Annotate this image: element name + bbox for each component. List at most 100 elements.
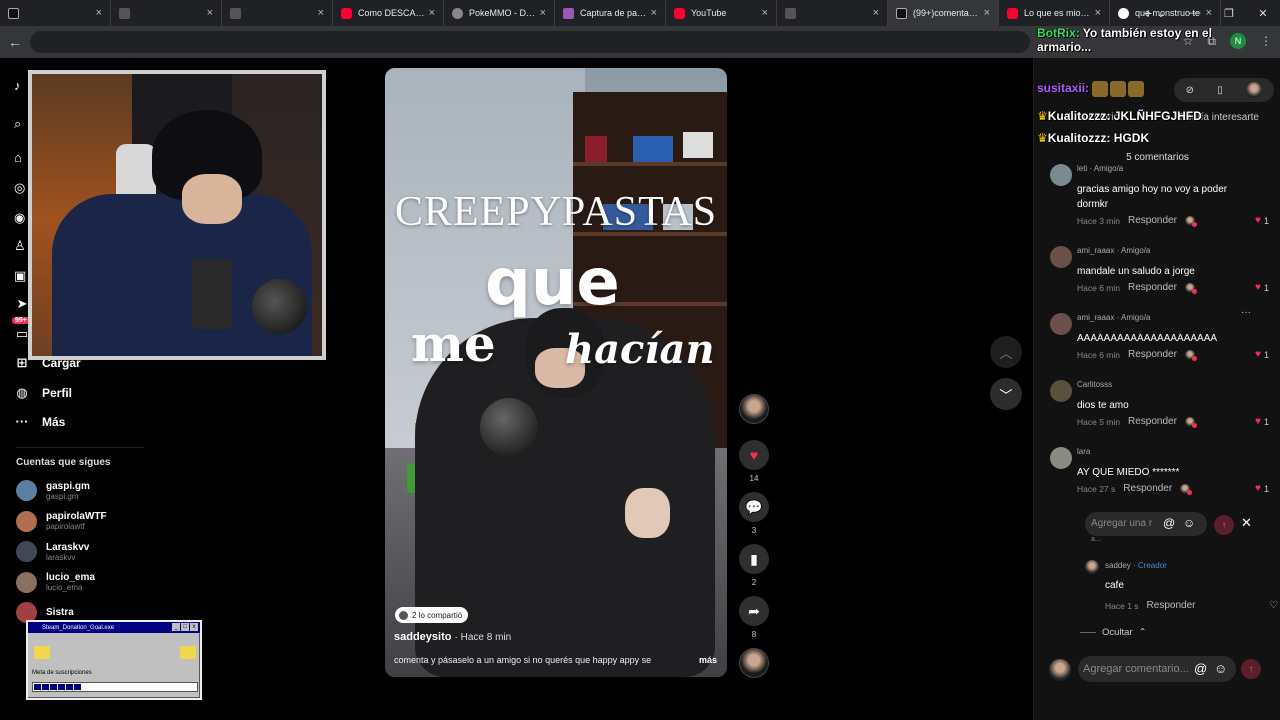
avatar[interactable] bbox=[1085, 560, 1099, 574]
reply-link[interactable]: Responder bbox=[1128, 215, 1177, 226]
browser-tab[interactable]: PokeMMO - Dow × bbox=[444, 0, 555, 26]
like-button[interactable]: ♥ 14 bbox=[736, 440, 772, 483]
menu-kebab-icon[interactable]: ⋮ bbox=[1260, 34, 1272, 48]
browser-tab[interactable]: Captura de pantal × bbox=[555, 0, 666, 26]
mention-icon[interactable]: @ bbox=[1194, 661, 1207, 676]
avatar[interactable] bbox=[1050, 313, 1072, 335]
close-tab-icon[interactable]: × bbox=[873, 7, 879, 19]
close-reply-button[interactable]: ✕ bbox=[1241, 515, 1252, 531]
save-button[interactable]: ▮ 2 bbox=[736, 544, 772, 587]
close-tab-icon[interactable]: × bbox=[318, 7, 324, 19]
following-account[interactable]: gaspi.gm gaspi.gm bbox=[16, 480, 90, 501]
video-title-line-2: que bbox=[485, 246, 620, 320]
close-tab-icon[interactable]: × bbox=[429, 7, 435, 19]
close-tab-icon[interactable]: × bbox=[540, 7, 546, 19]
profile-avatar[interactable]: N bbox=[1230, 33, 1246, 49]
video-player[interactable]: CREEPYPASTAS que me hacían 2 lo comparti… bbox=[385, 68, 727, 677]
more-options-icon[interactable]: ··· bbox=[1241, 307, 1251, 318]
reply-link[interactable]: Responder bbox=[1123, 483, 1172, 494]
video-author[interactable]: saddeysito · Hace 8 min bbox=[394, 631, 511, 643]
close-tab-icon[interactable]: × bbox=[984, 7, 990, 19]
comment-author[interactable]: ami_raaax · Amigo/a bbox=[1077, 313, 1150, 322]
hide-replies-button[interactable]: Ocultar ⌃ bbox=[1080, 627, 1147, 638]
avatar[interactable] bbox=[1050, 447, 1072, 469]
avatar[interactable] bbox=[1050, 164, 1072, 186]
close-tab-icon[interactable]: × bbox=[651, 7, 657, 19]
compass-icon[interactable]: ⊘ bbox=[1186, 85, 1194, 96]
reply-link[interactable]: Responder bbox=[1128, 282, 1177, 293]
back-arrow-icon[interactable]: ← bbox=[8, 34, 22, 50]
sidebar-item-más[interactable]: ··· Más bbox=[14, 414, 66, 429]
video-title-line-4: hacían bbox=[565, 326, 715, 373]
comment-author[interactable]: Carlitosss bbox=[1077, 380, 1112, 389]
explore-icon[interactable]: ◎ bbox=[14, 180, 28, 195]
avatar[interactable] bbox=[1050, 380, 1072, 402]
share-button[interactable]: ➦ 8 bbox=[736, 596, 772, 639]
comment-text: mandale un saludo a jorge bbox=[1077, 266, 1195, 277]
phone-icon[interactable]: ▯ bbox=[1217, 85, 1223, 96]
author-avatar[interactable] bbox=[736, 394, 772, 424]
mention-icon[interactable]: @ bbox=[1163, 516, 1175, 530]
close-tab-icon[interactable]: × bbox=[207, 7, 213, 19]
comment-author[interactable]: lara bbox=[1077, 447, 1090, 456]
next-video-button[interactable]: ﹀ bbox=[990, 378, 1022, 410]
reply-send-button[interactable]: ↑ bbox=[1214, 515, 1234, 535]
creator-liked-icon bbox=[1184, 349, 1197, 361]
emoji-icon[interactable]: ☺ bbox=[1214, 661, 1227, 676]
minimize-icon[interactable]: — bbox=[1178, 7, 1212, 19]
live-icon[interactable]: ▣ bbox=[14, 268, 28, 283]
browser-tab[interactable]: YouTube × bbox=[666, 0, 777, 26]
close-tab-icon[interactable]: × bbox=[762, 7, 768, 19]
following-account[interactable]: lucio_ema lucio_ema bbox=[16, 571, 95, 593]
comment-author[interactable]: leti · Amigo/a bbox=[1077, 164, 1123, 173]
close-tab-icon[interactable]: × bbox=[1095, 7, 1101, 19]
restore-icon[interactable]: ❐ bbox=[1212, 7, 1246, 20]
reply-link[interactable]: Responder bbox=[1147, 600, 1196, 611]
progress-segment bbox=[74, 684, 81, 690]
following-account[interactable]: papirolaWTF papirolawtf bbox=[16, 510, 107, 532]
tab-search-icon[interactable]: ⌄ bbox=[1144, 7, 1178, 20]
tiktok-logo-icon[interactable]: ♪ bbox=[14, 78, 28, 93]
browser-tab[interactable]: (99+)comenta y p × bbox=[888, 0, 999, 26]
reply-input[interactable]: Agregar una r @ ☺ bbox=[1085, 512, 1207, 536]
browser-tab[interactable]: × bbox=[777, 0, 888, 26]
following-account[interactable]: Laraskvv laraskvv bbox=[16, 541, 89, 562]
like-comment-button[interactable]: ♥ 1 bbox=[1255, 282, 1269, 293]
browser-tab[interactable]: Como DESCARGAR × bbox=[333, 0, 444, 26]
sidebar-item-perfil[interactable]: ◍ Perfil bbox=[14, 385, 72, 401]
search-icon[interactable]: ⌕ bbox=[14, 116, 28, 131]
add-comment-input[interactable]: Agregar comentario... @ ☺ bbox=[1078, 656, 1236, 682]
account-name: lucio_ema bbox=[46, 572, 95, 583]
shared-by-pill[interactable]: 2 lo compartió bbox=[395, 607, 469, 623]
reply-link[interactable]: Responder bbox=[1128, 416, 1177, 427]
previous-video-button[interactable]: ︿ bbox=[990, 336, 1022, 368]
emoji-icon[interactable]: ☺ bbox=[1183, 516, 1195, 530]
comment-button[interactable]: 💬 3 bbox=[736, 492, 772, 535]
send-comment-button[interactable]: ↑ bbox=[1241, 659, 1261, 679]
progress-segment bbox=[66, 684, 73, 690]
browser-tab[interactable]: Lo que es mio es × bbox=[999, 0, 1110, 26]
browser-tab[interactable]: × bbox=[0, 0, 111, 26]
youtube-icon bbox=[341, 7, 352, 19]
avatar[interactable] bbox=[1050, 246, 1072, 268]
following-icon[interactable]: ◉ bbox=[14, 210, 28, 225]
like-comment-button[interactable]: ♥ 1 bbox=[1255, 349, 1269, 360]
like-comment-button[interactable]: ♥ 1 bbox=[1255, 483, 1269, 494]
like-comment-button[interactable]: ♥ 1 bbox=[1255, 416, 1269, 427]
close-tab-icon[interactable]: × bbox=[96, 7, 102, 19]
browser-tab[interactable]: × bbox=[111, 0, 222, 26]
friends-icon[interactable]: ♙ bbox=[14, 238, 28, 253]
reply-link[interactable]: Responder bbox=[1128, 349, 1177, 360]
url-field[interactable] bbox=[30, 31, 1030, 53]
browser-tab[interactable]: × bbox=[222, 0, 333, 26]
like-comment-button[interactable]: ♡0 bbox=[1269, 600, 1280, 611]
heart-icon: ♥ bbox=[1255, 349, 1261, 360]
comment-author[interactable]: ami_raaax · Amigo/a bbox=[1077, 246, 1150, 255]
home-icon[interactable]: ⌂ bbox=[14, 150, 28, 165]
more-link[interactable]: más bbox=[699, 655, 717, 665]
avatar[interactable] bbox=[1246, 82, 1263, 98]
music-disc[interactable] bbox=[736, 648, 772, 678]
like-comment-button[interactable]: ♥ 1 bbox=[1255, 215, 1269, 226]
close-window-icon[interactable]: ✕ bbox=[1246, 7, 1280, 20]
chevron-up-icon: ︿ bbox=[999, 345, 1013, 361]
